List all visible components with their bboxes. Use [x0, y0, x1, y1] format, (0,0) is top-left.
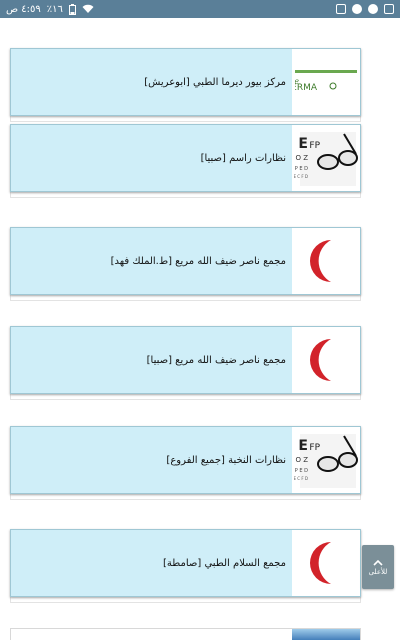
clock: ٤:٥٩ ص — [6, 3, 41, 15]
card-title: نظارات راسم [صبيا] — [200, 152, 286, 164]
status-left: ٤:٥٩ ص ٪١٦ — [6, 3, 94, 15]
scroll-top-button[interactable]: للأعلى — [362, 545, 394, 589]
svg-text:P E C F D: P E C F D — [294, 476, 308, 481]
derma-logo: Pure DERMA — [292, 49, 360, 115]
card-footer — [10, 295, 361, 301]
card-footer — [10, 192, 361, 198]
svg-text:T O Z: T O Z — [294, 456, 308, 464]
card-footer — [10, 394, 361, 400]
clinic-card[interactable]: E FP T O Z L P E D P E C F D نظارات النخ… — [10, 426, 361, 494]
eye-chart-glasses-icon: E FP T O Z L P E D P E C F D — [292, 125, 360, 191]
red-crescent-icon — [292, 228, 360, 294]
content-list: Pure DERMA مركز بيور ديرما الطبي [ابوعري… — [0, 18, 400, 640]
clinic-card[interactable]: مجمع ناصر ضيف الله مريع [صبيا] — [10, 326, 361, 394]
svg-text:E: E — [298, 438, 308, 454]
clinic-card[interactable]: Pure DERMA مركز بيور ديرما الطبي [ابوعري… — [10, 48, 361, 116]
clinic-card[interactable]: مجمع السلام الطبي [صامطة] — [10, 529, 361, 597]
status-bar: ٤:٥٩ ص ٪١٦ — [0, 0, 400, 18]
scroll-top-label: للأعلى — [368, 567, 388, 576]
list-item: مجمع السلام الطبي [صامطة] — [10, 529, 361, 603]
mail-icon — [384, 4, 394, 14]
card-footer — [10, 494, 361, 500]
svg-text:T O Z: T O Z — [294, 154, 308, 162]
card-title: مركز بيور ديرما الطبي [ابوعريش] — [144, 76, 286, 88]
list-item: مجمع ناصر ضيف الله مريع [صبيا] — [10, 326, 361, 400]
svg-text:FP: FP — [309, 443, 320, 453]
thumbnail-partial — [292, 629, 360, 640]
card-title: مجمع ناصر ضيف الله مريع [ط.الملك فهد] — [110, 255, 286, 267]
card-title: نظارات النخبة [جميع الفروع] — [166, 454, 286, 466]
list-item: مجمع ناصر ضيف الله مريع [ط.الملك فهد] — [10, 227, 361, 301]
battery-percent: ٪١٦ — [46, 3, 63, 15]
derma-logo-text: DERMA — [295, 83, 318, 93]
clinic-card[interactable]: E FP T O Z L P E D P E C F D نظارات راسم… — [10, 124, 361, 192]
gallery-icon — [336, 4, 346, 14]
status-right — [336, 4, 394, 14]
card-title: مجمع ناصر ضيف الله مريع [صبيا] — [146, 354, 286, 366]
svg-text:E: E — [298, 136, 308, 152]
messenger-icon — [368, 4, 378, 14]
chevron-up-icon — [373, 559, 383, 566]
list-item: E FP T O Z L P E D P E C F D نظارات النخ… — [10, 426, 361, 500]
wifi-icon — [82, 4, 94, 13]
svg-text:FP: FP — [309, 141, 320, 151]
red-crescent-icon — [292, 327, 360, 393]
red-crescent-icon — [292, 530, 360, 596]
card-title: مجمع السلام الطبي [صامطة] — [163, 557, 286, 569]
card-footer — [10, 116, 361, 122]
svg-text:L P E D: L P E D — [294, 468, 308, 474]
svg-text:P E C F D: P E C F D — [294, 174, 308, 179]
svg-text:L P E D: L P E D — [294, 166, 308, 172]
clinic-card[interactable]: مجمع ناصر ضيف الله مريع [ط.الملك فهد] — [10, 227, 361, 295]
list-item: Pure DERMA مركز بيور ديرما الطبي [ابوعري… — [10, 48, 361, 122]
list-item: E FP T O Z L P E D P E C F D نظارات راسم… — [10, 124, 361, 198]
record-icon — [352, 4, 362, 14]
battery-icon — [68, 3, 76, 15]
card-footer — [10, 597, 361, 603]
eye-chart-glasses-icon: E FP T O Z L P E D P E C F D — [292, 427, 360, 493]
list-item-partial[interactable] — [10, 628, 361, 640]
